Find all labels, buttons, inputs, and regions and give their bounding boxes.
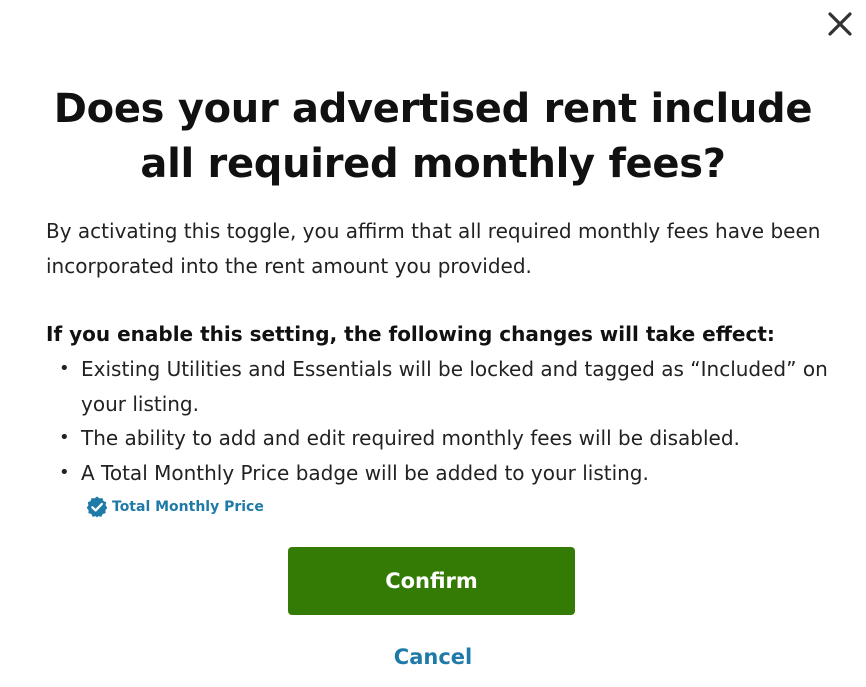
- bullet: •: [59, 427, 70, 448]
- verified-check-icon: [86, 496, 108, 518]
- total-monthly-price-badge: Total Monthly Price: [85, 490, 264, 525]
- bullet: •: [59, 358, 70, 379]
- list-item-text: The ability to add and edit required mon…: [81, 426, 740, 450]
- dialog-intro: By activating this toggle, you affirm th…: [46, 219, 821, 278]
- list-item: • The ability to add and edit required m…: [46, 421, 836, 456]
- list-item-text: Existing Utilities and Essentials will b…: [81, 357, 828, 416]
- badge-label: Total Monthly Price: [112, 499, 264, 515]
- close-button[interactable]: [824, 8, 856, 40]
- list-item: • Existing Utilities and Essentials will…: [46, 352, 836, 421]
- list-item-text: A Total Monthly Price badge will be adde…: [81, 460, 649, 485]
- dialog-title: Does your advertised rent include all re…: [53, 86, 813, 187]
- fees-confirmation-dialog: Does your advertised rent include all re…: [0, 0, 866, 687]
- changes-list: • Existing Utilities and Essentials will…: [46, 352, 836, 531]
- confirm-button[interactable]: Confirm: [288, 547, 575, 615]
- cancel-button[interactable]: Cancel: [333, 640, 533, 674]
- changes-heading: If you enable this setting, the followin…: [46, 322, 775, 346]
- bullet: •: [59, 461, 70, 483]
- list-item: • A Total Monthly Price badge will be ad…: [46, 456, 836, 531]
- close-icon: [828, 12, 852, 36]
